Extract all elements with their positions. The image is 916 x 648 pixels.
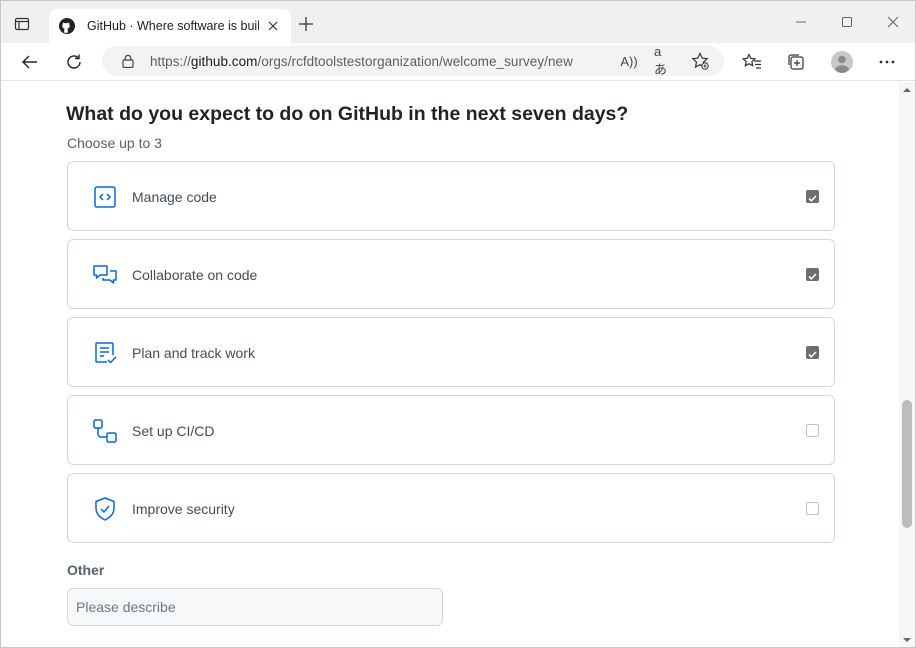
workflow-icon <box>93 419 117 443</box>
minimize-icon[interactable] <box>791 13 811 31</box>
favorites-icon[interactable] <box>740 50 764 74</box>
profile-avatar[interactable] <box>830 50 854 74</box>
issue-tracks-icon <box>95 342 117 364</box>
more-menu-icon[interactable] <box>875 50 899 74</box>
add-favorite-icon[interactable] <box>690 51 710 71</box>
collections-icon[interactable] <box>784 50 808 74</box>
option-label: Set up CI/CD <box>132 423 215 439</box>
comment-discussion-icon <box>93 265 117 284</box>
page-scrollbar[interactable] <box>899 82 915 647</box>
translate-icon[interactable]: aあ <box>654 44 674 77</box>
option-improve-security[interactable]: Improve security <box>67 473 835 543</box>
shield-check-icon <box>95 497 115 521</box>
close-tab-icon[interactable] <box>265 18 281 34</box>
url-host: github.com <box>190 54 258 69</box>
maximize-icon[interactable] <box>837 13 857 31</box>
browser-toolbar: https://github.com/orgs/rcfdtoolstestorg… <box>1 43 915 81</box>
tab-github[interactable]: GitHub · Where software is built <box>49 9 291 43</box>
page-content: What do you expect to do on GitHub in th… <box>1 82 899 647</box>
option-collaborate-on-code[interactable]: Collaborate on code <box>67 239 835 309</box>
other-label: Other <box>67 562 105 578</box>
option-label: Manage code <box>132 189 217 205</box>
scroll-up-icon[interactable] <box>903 86 911 94</box>
other-input[interactable] <box>67 588 443 626</box>
option-checkbox[interactable] <box>806 268 819 281</box>
option-plan-and-track-work[interactable]: Plan and track work <box>67 317 835 387</box>
option-set-up-ci-cd[interactable]: Set up CI/CD <box>67 395 835 465</box>
survey-question: What do you expect to do on GitHub in th… <box>66 103 629 125</box>
scroll-down-icon[interactable] <box>903 636 911 644</box>
address-bar[interactable]: https://github.com/orgs/rcfdtoolstestorg… <box>102 44 724 77</box>
back-icon[interactable] <box>18 50 42 74</box>
option-checkbox[interactable] <box>806 346 819 359</box>
close-window-icon[interactable] <box>883 13 903 31</box>
new-tab-icon[interactable] <box>297 15 315 33</box>
option-checkbox[interactable] <box>806 502 819 515</box>
url-path: /orgs/rcfdtoolstestorganization/welcome_… <box>257 54 573 69</box>
option-checkbox[interactable] <box>806 424 819 437</box>
option-label: Improve security <box>132 501 235 517</box>
url-scheme: https:// <box>150 54 191 69</box>
option-label: Collaborate on code <box>132 267 258 283</box>
survey-hint: Choose up to 3 <box>67 135 162 151</box>
scrollbar-thumb[interactable] <box>902 400 912 528</box>
github-favicon-icon <box>59 18 75 34</box>
browser-window: GitHub · Where software is built https:/… <box>0 0 916 648</box>
refresh-icon[interactable] <box>62 50 86 74</box>
option-label: Plan and track work <box>132 345 255 361</box>
lock-icon[interactable] <box>120 53 136 69</box>
option-manage-code[interactable]: Manage code <box>67 161 835 231</box>
tab-strip: GitHub · Where software is built <box>1 1 915 43</box>
tab-title: GitHub · Where software is built <box>87 19 259 33</box>
url-text[interactable]: https://github.com/orgs/rcfdtoolstestorg… <box>150 54 573 69</box>
tab-actions-icon[interactable] <box>11 13 33 35</box>
option-checkbox[interactable] <box>806 190 819 203</box>
read-aloud-icon[interactable]: A)) <box>619 51 639 71</box>
code-icon <box>94 186 116 208</box>
